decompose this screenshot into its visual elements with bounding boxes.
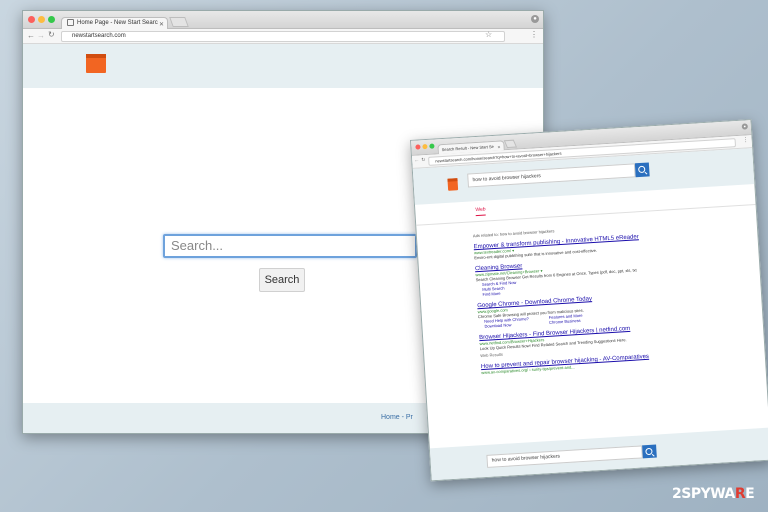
footer-link[interactable]: Home - Pr [381,414,413,421]
footer-search-input[interactable]: how to avoid browser hijackers [486,445,643,468]
back-icon[interactable]: ← [27,31,35,40]
toolbar: ← → ↻ newstartsearch.com ☆ ⋮ [23,29,543,44]
url-text: newstartsearch.com [72,33,126,39]
menu-icon[interactable]: ⋮ [742,136,748,143]
page-header [23,44,543,88]
title-bar: Home Page - New Start Searc ✕ ● [23,11,543,29]
reload-icon[interactable]: ↻ [421,157,426,163]
address-bar[interactable]: newstartsearch.com [61,31,505,42]
results-search-input[interactable]: how to avoid browser hijackers [467,163,636,188]
new-tab-button[interactable] [169,17,189,27]
page-icon [67,18,74,26]
search-icon [638,165,646,174]
watermark-part-b: R [734,486,746,502]
watermark-logo: 2SPYWARE [672,486,755,502]
maximize-window-button[interactable] [48,16,55,23]
results-search-button[interactable] [634,162,650,178]
tab-title: Home Page - New Start Searc [77,20,158,26]
watermark-part-a: 2SPYWA [672,486,735,502]
back-icon[interactable]: ← [414,157,419,163]
minimize-window-button[interactable] [422,143,428,150]
bookmark-star-icon[interactable]: ☆ [485,30,492,39]
profile-icon[interactable]: ● [531,15,539,23]
browser-window-results: Search Result - New Start Se ✕ ● ← ↻ new… [410,119,768,482]
new-tab-button[interactable] [503,139,518,149]
forward-icon[interactable]: → [37,31,45,40]
browser-tab[interactable]: Home Page - New Start Searc ✕ [61,17,168,29]
watermark-part-c: E [745,486,755,502]
close-window-button[interactable] [415,144,421,150]
profile-icon[interactable]: ● [741,123,748,130]
close-tab-icon[interactable]: ✕ [159,20,164,29]
results-list: Ads related to: how to avoid browser hij… [473,217,752,381]
maximize-window-button[interactable] [429,143,435,149]
close-window-button[interactable] [28,16,35,23]
search-button[interactable]: Search [259,268,305,292]
minimize-window-button[interactable] [38,16,45,23]
search-input[interactable]: Search... [163,234,417,258]
reload-icon[interactable]: ↻ [48,30,55,39]
results-footer: how to avoid browser hijackers [429,427,768,481]
sitelink[interactable]: Chrome Business [549,318,583,325]
menu-icon[interactable]: ⋮ [530,30,538,39]
footer-search-button[interactable] [642,444,657,459]
search-icon [645,447,653,456]
site-logo[interactable] [86,54,106,73]
tab-web[interactable]: Web [475,206,486,217]
site-logo[interactable] [447,178,459,191]
